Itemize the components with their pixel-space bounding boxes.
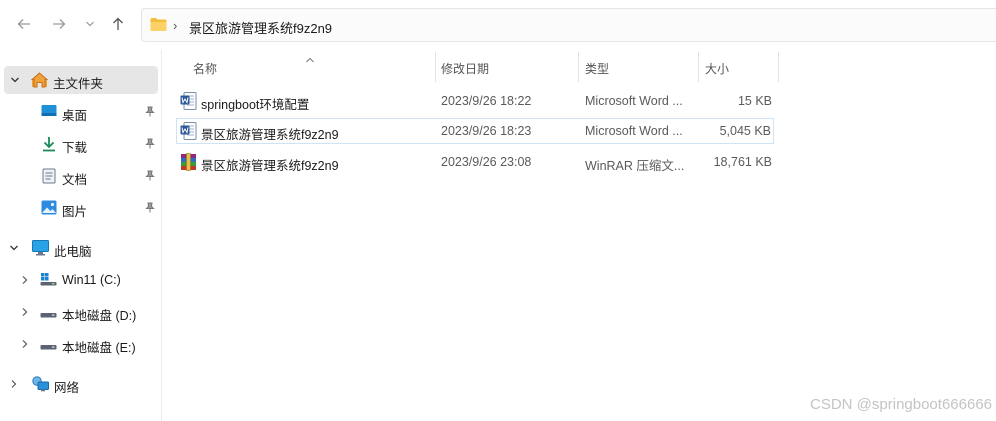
documents-icon <box>42 168 56 187</box>
pin-icon <box>145 106 155 120</box>
column-divider[interactable] <box>435 52 436 82</box>
word-doc-icon <box>180 122 197 143</box>
windows-drive-icon <box>40 272 57 289</box>
chevron-down-icon <box>86 21 94 27</box>
file-size: 5,045 KB <box>719 124 771 138</box>
sidebar-item-label: 此电脑 <box>54 245 92 259</box>
network-icon <box>32 376 49 395</box>
column-header-row: 名称 修改日期 类型 大小 <box>162 50 996 83</box>
word-doc-icon <box>180 92 197 113</box>
arrow-left-icon <box>17 19 30 29</box>
file-date: 2023/9/26 18:23 <box>441 124 532 138</box>
up-button[interactable] <box>106 12 130 36</box>
chevron-down-icon[interactable] <box>9 242 19 256</box>
recent-locations-button[interactable] <box>78 12 102 36</box>
file-size: 18,761 KB <box>713 155 772 169</box>
pin-icon <box>145 138 155 152</box>
home-icon <box>30 72 49 91</box>
column-divider[interactable] <box>698 52 699 82</box>
pictures-icon <box>41 200 57 218</box>
computer-icon <box>32 240 49 259</box>
column-header-size[interactable]: 大小 <box>705 60 729 77</box>
arrow-up-icon <box>113 17 123 30</box>
sidebar-item-drive-e[interactable]: 本地磁盘 (E:) <box>0 330 161 358</box>
drive-icon <box>40 340 57 354</box>
sort-ascending-icon <box>305 52 315 66</box>
forward-button[interactable] <box>47 12 71 36</box>
sidebar-item-label: 文档 <box>62 173 88 187</box>
column-header-type[interactable]: 类型 <box>585 60 609 77</box>
sidebar-item-label: Win11 (C:) <box>62 273 121 287</box>
chevron-down-icon[interactable] <box>10 74 20 88</box>
download-icon <box>41 136 57 155</box>
chevron-right-icon[interactable] <box>9 378 19 392</box>
sidebar-item-label: 图片 <box>62 205 88 219</box>
file-type: WinRAR 压缩文... <box>585 159 685 173</box>
folder-icon <box>150 17 167 35</box>
sidebar-item-network[interactable]: 网络 <box>0 370 161 398</box>
sidebar-item-label: 主文件夹 <box>53 77 104 91</box>
file-date: 2023/9/26 23:08 <box>441 155 532 169</box>
arrow-right-icon <box>53 19 66 29</box>
sidebar-item-desktop[interactable]: 桌面 <box>0 98 161 126</box>
winrar-archive-icon <box>180 153 197 174</box>
pin-icon <box>145 170 155 184</box>
file-date: 2023/9/26 18:22 <box>441 94 532 108</box>
chevron-right-icon[interactable] <box>20 274 30 288</box>
address-bar[interactable]: › 景区旅游管理系统f9z2n9 <box>141 8 996 42</box>
chevron-right-icon[interactable] <box>20 338 30 352</box>
sidebar-item-downloads[interactable]: 下载 <box>0 130 161 158</box>
file-row[interactable]: 景区旅游管理系统f9z2n9 2023/9/26 18:23 Microsoft… <box>176 118 774 144</box>
sidebar-item-pictures[interactable]: 图片 <box>0 194 161 222</box>
sidebar-item-label: 网络 <box>54 381 80 395</box>
file-row[interactable]: 景区旅游管理系统f9z2n9 2023/9/26 23:08 WinRAR 压缩… <box>176 149 774 175</box>
back-button[interactable] <box>12 12 36 36</box>
watermark: CSDN @springboot666666 <box>810 396 992 413</box>
file-name: springboot环境配置 <box>201 98 310 112</box>
sidebar-item-label: 下载 <box>62 141 88 155</box>
file-name: 景区旅游管理系统f9z2n9 <box>201 159 339 173</box>
sidebar-item-drive-c[interactable]: Win11 (C:) <box>0 266 161 294</box>
sidebar-item-label: 桌面 <box>62 109 88 123</box>
file-type: Microsoft Word ... <box>585 124 683 138</box>
sidebar-item-documents[interactable]: 文档 <box>0 162 161 190</box>
sidebar-item-label: 本地磁盘 (E:) <box>62 341 136 355</box>
chevron-right-icon[interactable] <box>20 306 30 320</box>
navigation-toolbar: › 景区旅游管理系统f9z2n9 <box>0 0 996 50</box>
sidebar-item-home[interactable]: 主文件夹 <box>4 66 158 94</box>
column-header-date[interactable]: 修改日期 <box>441 60 489 77</box>
sidebar-item-this-pc[interactable]: 此电脑 <box>0 234 161 262</box>
drive-icon <box>40 308 57 322</box>
column-divider[interactable] <box>778 52 779 82</box>
sidebar-item-label: 本地磁盘 (D:) <box>62 309 137 323</box>
breadcrumb-current-folder[interactable]: 景区旅游管理系统f9z2n9 <box>189 18 332 37</box>
column-divider[interactable] <box>578 52 579 82</box>
navigation-pane: 主文件夹 桌面 下载 文档 图片 此电脑 Win11 (C:) 本地磁盘 (D:… <box>0 50 161 421</box>
file-list: 名称 修改日期 类型 大小 springboot环境配置 2023/9/26 1… <box>162 50 996 421</box>
file-name: 景区旅游管理系统f9z2n9 <box>201 128 339 142</box>
sidebar-item-drive-d[interactable]: 本地磁盘 (D:) <box>0 298 161 326</box>
file-row[interactable]: springboot环境配置 2023/9/26 18:22 Microsoft… <box>176 88 774 114</box>
breadcrumb-separator: › <box>173 18 178 33</box>
pin-icon <box>145 202 155 216</box>
desktop-icon <box>41 104 57 121</box>
file-type: Microsoft Word ... <box>585 94 683 108</box>
file-size: 15 KB <box>737 94 772 108</box>
column-header-name[interactable]: 名称 <box>193 60 217 77</box>
